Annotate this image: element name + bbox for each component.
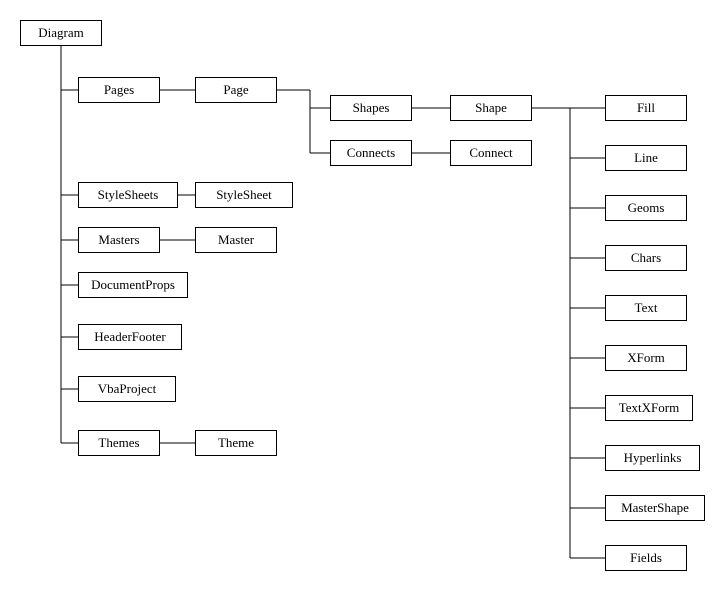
node-headerfooter: HeaderFooter bbox=[78, 324, 182, 350]
node-themes: Themes bbox=[78, 430, 160, 456]
node-fill: Fill bbox=[605, 95, 687, 121]
node-text: Text bbox=[605, 295, 687, 321]
node-geoms: Geoms bbox=[605, 195, 687, 221]
node-line: Line bbox=[605, 145, 687, 171]
node-mastershape: MasterShape bbox=[605, 495, 705, 521]
node-shapes: Shapes bbox=[330, 95, 412, 121]
node-diagram: Diagram bbox=[20, 20, 102, 46]
node-hyperlinks: Hyperlinks bbox=[605, 445, 700, 471]
node-textxform: TextXForm bbox=[605, 395, 693, 421]
node-vbaproject: VbaProject bbox=[78, 376, 176, 402]
node-chars: Chars bbox=[605, 245, 687, 271]
node-theme: Theme bbox=[195, 430, 277, 456]
node-xform: XForm bbox=[605, 345, 687, 371]
node-stylesheets: StyleSheets bbox=[78, 182, 178, 208]
node-masters: Masters bbox=[78, 227, 160, 253]
node-pages: Pages bbox=[78, 77, 160, 103]
node-stylesheet: StyleSheet bbox=[195, 182, 293, 208]
node-connects: Connects bbox=[330, 140, 412, 166]
node-fields: Fields bbox=[605, 545, 687, 571]
node-master: Master bbox=[195, 227, 277, 253]
node-documentprops: DocumentProps bbox=[78, 272, 188, 298]
node-page: Page bbox=[195, 77, 277, 103]
node-connect: Connect bbox=[450, 140, 532, 166]
node-shape: Shape bbox=[450, 95, 532, 121]
